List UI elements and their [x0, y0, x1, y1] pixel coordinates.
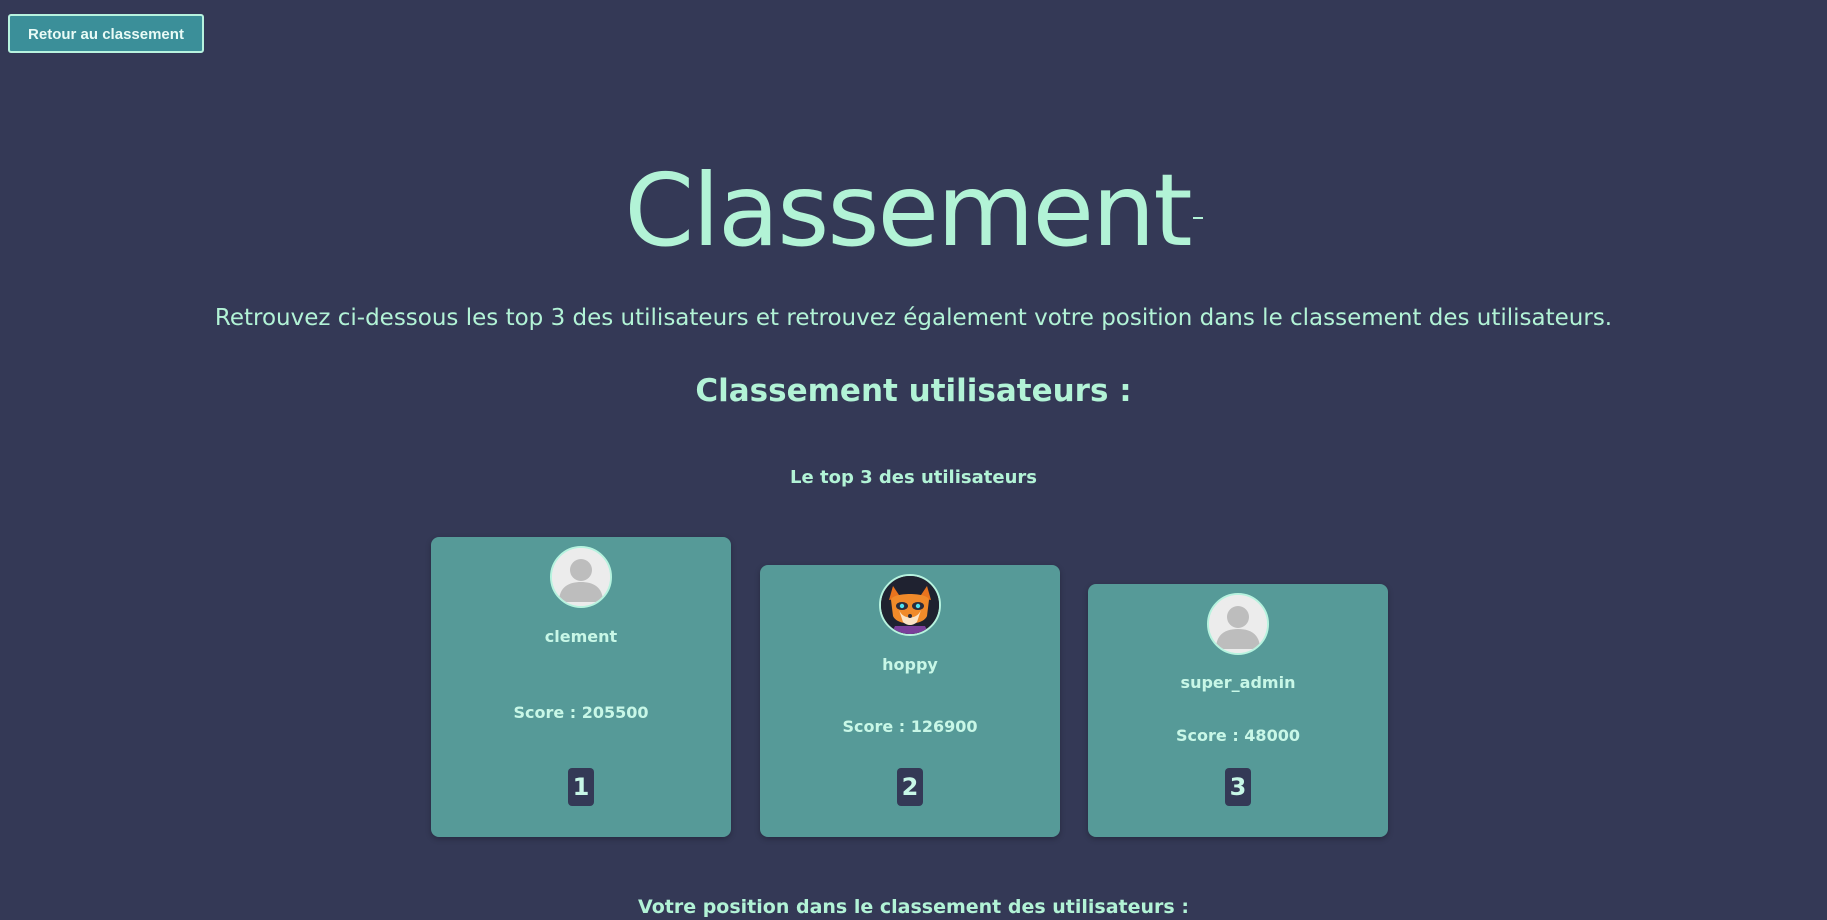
back-to-leaderboard-button[interactable]: Retour au classement: [8, 14, 204, 53]
rank-badge: 3: [1225, 768, 1251, 806]
leaderboard-page: Retour au classement Classement Retrouve…: [0, 0, 1827, 920]
user-score: Score : 48000: [1176, 726, 1300, 745]
user-card-rank-3[interactable]: super_admin Score : 48000 3: [1088, 584, 1388, 837]
text-cursor: [1192, 216, 1203, 219]
page-subtitle: Retrouvez ci-dessous les top 3 des utili…: [214, 305, 1613, 331]
page-title: Classement: [0, 156, 1827, 266]
fox-avatar-icon: [879, 574, 941, 636]
rank-badge: 1: [568, 768, 594, 806]
user-card-rank-1[interactable]: clement Score : 205500 1: [431, 537, 731, 837]
section-title: Classement utilisateurs :: [695, 373, 1132, 409]
user-name: clement: [544, 627, 618, 646]
user-score: Score : 126900: [842, 717, 978, 736]
user-name: super_admin: [1180, 673, 1296, 692]
default-user-icon: [1207, 593, 1269, 655]
page-title-text: Classement: [624, 152, 1192, 269]
user-card-rank-2[interactable]: hoppy Score : 126900 2: [760, 565, 1060, 837]
user-name: hoppy: [882, 655, 938, 674]
user-score: Score : 205500: [513, 703, 649, 722]
rank-badge: 2: [897, 768, 923, 806]
top3-title: Le top 3 des utilisateurs: [790, 467, 1037, 488]
default-user-icon: [550, 546, 612, 608]
your-position-title: Votre position dans le classement des ut…: [638, 896, 1189, 918]
